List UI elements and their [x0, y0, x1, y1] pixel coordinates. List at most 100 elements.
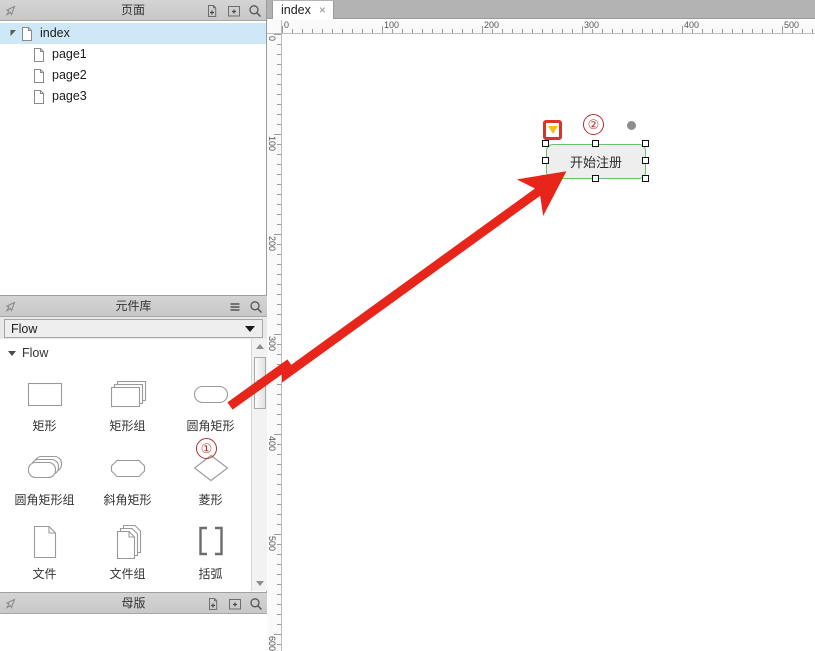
- ruler-tick-minor: [277, 304, 281, 305]
- add-page-icon[interactable]: [205, 3, 221, 19]
- ruler-tick-minor: [277, 604, 281, 605]
- ruler-tick-minor: [277, 464, 281, 465]
- pin-icon[interactable]: [0, 593, 20, 614]
- ruler-tick-minor: [277, 444, 281, 445]
- widget-group-flow[interactable]: Flow: [0, 343, 267, 363]
- ruler-tick-minor: [277, 544, 281, 545]
- resize-handle-nw[interactable]: [542, 140, 549, 147]
- ruler-tick-minor: [352, 29, 353, 33]
- widget-group-label: Flow: [22, 346, 49, 360]
- ruler-corner: [267, 20, 282, 34]
- rotate-handle-icon[interactable]: [627, 121, 636, 130]
- resize-handle-w[interactable]: [542, 157, 549, 164]
- beveled-rectangle-shape-icon: [105, 446, 151, 490]
- widget-item-label: 圆角矩形: [186, 419, 235, 433]
- document-icon: [32, 47, 46, 63]
- ruler-tick-minor: [322, 29, 323, 33]
- ruler-tick-minor: [277, 564, 281, 565]
- search-icon[interactable]: [248, 299, 264, 315]
- pin-icon[interactable]: [0, 296, 20, 317]
- resize-handle-s[interactable]: [592, 175, 599, 182]
- resize-handle-ne[interactable]: [642, 140, 649, 147]
- ruler-tick-minor: [277, 284, 281, 285]
- tree-item-page2[interactable]: page2: [0, 65, 266, 86]
- search-icon[interactable]: [248, 596, 264, 612]
- ruler-tick-minor: [442, 29, 443, 33]
- document-icon: [32, 68, 46, 84]
- ruler-tick-minor: [277, 114, 281, 115]
- resize-handle-e[interactable]: [642, 157, 649, 164]
- file-group-shape-icon: [105, 520, 151, 564]
- pages-tree[interactable]: index page1 page2 page3: [0, 21, 266, 303]
- widget-item-bracket[interactable]: 括弧: [169, 515, 252, 589]
- resize-handle-n[interactable]: [592, 140, 599, 147]
- tree-item-page3[interactable]: page3: [0, 86, 266, 107]
- widget-item-file[interactable]: 文件: [3, 515, 86, 589]
- rectangle-shape-icon: [22, 372, 68, 416]
- tree-item-page1[interactable]: page1: [0, 44, 266, 65]
- ruler-tick-minor: [277, 404, 281, 405]
- triangle-down-icon: [547, 126, 558, 134]
- ruler-tick-major: [682, 26, 683, 33]
- ruler-tick-minor: [277, 274, 281, 275]
- add-master-icon[interactable]: [206, 596, 222, 612]
- ruler-tick-minor: [277, 474, 281, 475]
- widget-library-panel: 元件库 Flow Flow 矩形 矩形组 圆角矩形 圆角矩形组 斜角矩形 菱形 …: [0, 295, 267, 591]
- widget-item-rounded-rectangle[interactable]: 圆角矩形: [169, 367, 252, 441]
- scroll-up-button[interactable]: [252, 339, 267, 354]
- resize-handle-sw[interactable]: [542, 175, 549, 182]
- add-folder-icon[interactable]: [226, 3, 242, 19]
- ruler-tick-minor: [662, 29, 663, 33]
- ruler-tick-minor: [277, 424, 281, 425]
- library-select-value: Flow: [11, 321, 38, 336]
- resize-handle-se[interactable]: [642, 175, 649, 182]
- widget-item-beveled-rectangle[interactable]: 斜角矩形: [86, 441, 169, 515]
- ruler-tick-minor: [277, 104, 281, 105]
- file-shape-icon: [22, 520, 68, 564]
- document-icon: [20, 26, 34, 42]
- ruler-tick-minor: [452, 29, 453, 33]
- ruler-tick-minor: [277, 614, 281, 615]
- ruler-tick-minor: [277, 264, 281, 265]
- bracket-shape-icon: [188, 520, 234, 564]
- widget-library-scrollbar[interactable]: [251, 339, 267, 591]
- tab-index[interactable]: index ×: [272, 1, 334, 19]
- ruler-tick-minor: [277, 414, 281, 415]
- ruler-tick-minor: [277, 514, 281, 515]
- masters-panel-header: 母版: [0, 593, 267, 614]
- ruler-tick-minor: [277, 354, 281, 355]
- ruler-tick-minor: [422, 29, 423, 33]
- library-select[interactable]: Flow: [4, 319, 263, 338]
- add-folder-icon[interactable]: [227, 596, 243, 612]
- chevron-down-icon: [256, 581, 264, 586]
- expand-arrow-icon[interactable]: [6, 29, 20, 38]
- tree-item-label: index: [40, 26, 70, 40]
- ruler-tick-minor: [802, 29, 803, 33]
- widget-library-actions: [227, 296, 264, 317]
- widget-item-file-group[interactable]: 文件组: [86, 515, 169, 589]
- ruler-tick-minor: [712, 29, 713, 33]
- widget-item-label: 斜角矩形: [103, 493, 152, 507]
- ruler-tick-minor: [762, 29, 763, 33]
- search-icon[interactable]: [247, 3, 263, 19]
- ruler-tick-minor: [277, 384, 281, 385]
- ruler-tick-minor: [277, 94, 281, 95]
- ruler-tick-minor: [277, 204, 281, 205]
- ruler-tick-minor: [342, 29, 343, 33]
- tree-item-index[interactable]: index: [0, 23, 266, 44]
- ruler-tick-minor: [277, 504, 281, 505]
- shape-type-dropdown-icon[interactable]: [543, 120, 562, 140]
- design-canvas[interactable]: 开始注册 ②: [282, 34, 815, 651]
- scroll-down-button[interactable]: [252, 576, 267, 591]
- widget-item-rectangle[interactable]: 矩形: [3, 367, 86, 441]
- widget-item-rectangle-group[interactable]: 矩形组: [86, 367, 169, 441]
- pages-panel-actions: [205, 0, 263, 21]
- hamburger-menu-icon[interactable]: [227, 299, 243, 315]
- scrollbar-thumb[interactable]: [254, 357, 266, 409]
- ruler-tick-minor: [277, 574, 281, 575]
- ruler-tick-minor: [412, 29, 413, 33]
- pin-icon[interactable]: [0, 0, 20, 21]
- widget-item-rounded-rectangle-group[interactable]: 圆角矩形组: [3, 441, 86, 515]
- close-icon[interactable]: ×: [319, 4, 326, 16]
- selected-shape[interactable]: 开始注册: [546, 144, 646, 179]
